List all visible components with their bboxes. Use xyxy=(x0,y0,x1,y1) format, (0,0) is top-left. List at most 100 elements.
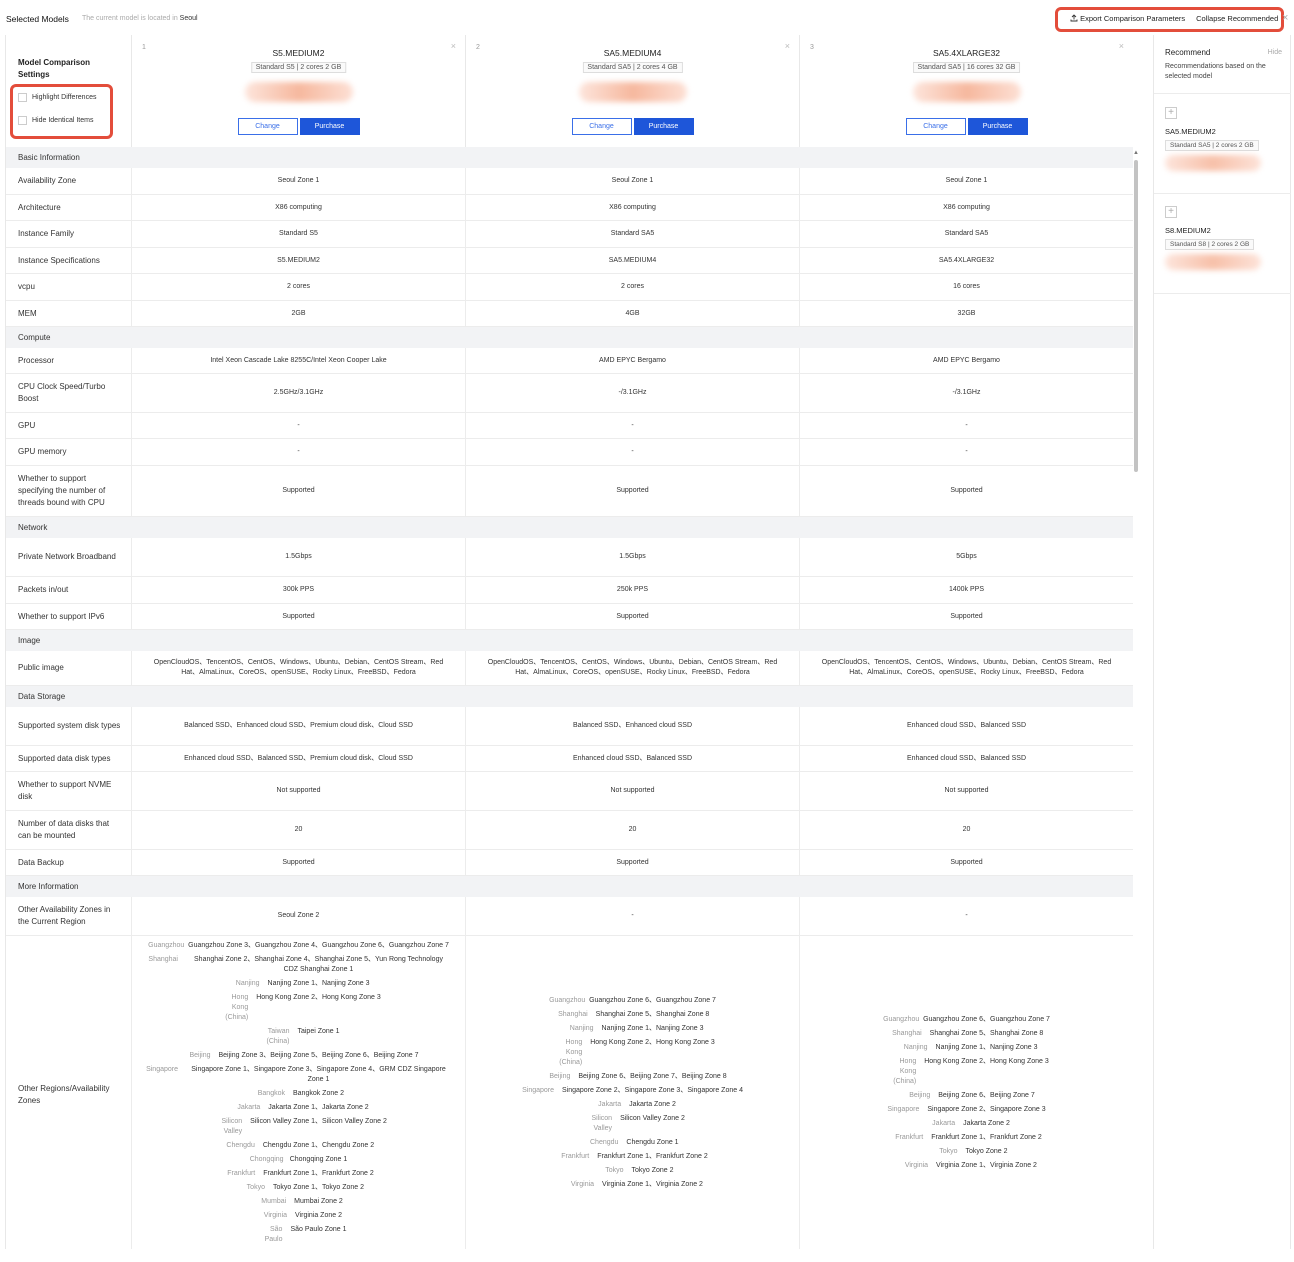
model-column-1: 1 × S5.MEDIUM2 Standard S5 | 2 cores 2 G… xyxy=(131,35,465,147)
vertical-scrollbar[interactable]: ▲ xyxy=(1133,150,1139,1250)
region-entry: Guangzhou Guangzhou Zone 3、Guangzhou Zone… xyxy=(148,941,449,951)
row-label: vcpu xyxy=(18,282,35,291)
cell: -/3.1GHz xyxy=(799,374,1133,412)
cell: SA5.MEDIUM4 xyxy=(465,248,799,273)
region-zones: Silicon Valley Zone 2 xyxy=(620,1115,685,1122)
region-name: Jakarta xyxy=(237,1104,261,1111)
purchase-button[interactable]: Purchase xyxy=(299,118,360,135)
row-label: GPU memory xyxy=(18,447,67,456)
table-row: Supported system disk types Balanced SSD、… xyxy=(6,707,1133,746)
region-name: Shanghai xyxy=(892,1030,922,1037)
cell: Not supported xyxy=(465,772,799,810)
row-label: Public image xyxy=(18,663,64,672)
table-row: Private Network Broadband 1.5Gbps 1.5Gbps 5… xyxy=(6,538,1133,577)
section-data-storage: Data Storage xyxy=(6,686,1133,707)
table-row: Number of data disks that can be mounted… xyxy=(6,811,1133,850)
regions-cell: Guangzhou Guangzhou Zone 6、Guangzhou Zone… xyxy=(799,936,1133,1249)
cell: Seoul Zone 2 xyxy=(131,897,465,935)
scroll-up-arrow-icon[interactable]: ▲ xyxy=(1133,150,1139,156)
region-zones: Jakarta Zone 2 xyxy=(629,1101,676,1108)
recommend-panel: Recommend Hide Recommendations based on … xyxy=(1153,35,1291,1249)
cell: Supported xyxy=(131,466,465,516)
section-image: Image xyxy=(6,630,1133,651)
divider xyxy=(1154,293,1291,294)
change-button[interactable]: Change xyxy=(571,118,632,135)
region-name: Nanjing xyxy=(569,1025,594,1032)
region-zones: Hong Kong Zone 2、Hong Kong Zone 3 xyxy=(590,1039,715,1046)
plus-icon[interactable]: + xyxy=(1165,206,1177,218)
purchase-button[interactable]: Purchase xyxy=(633,118,694,135)
region-name: Hong Kong (China) xyxy=(559,1039,583,1066)
close-icon[interactable]: × xyxy=(1282,12,1288,24)
price-blurred xyxy=(1165,155,1261,171)
purchase-button[interactable]: Purchase xyxy=(967,118,1028,135)
region-entry: Nanjing Nanjing Zone 1、Nanjing Zone 3 xyxy=(562,1024,704,1034)
region-zones: Guangzhou Zone 6、Guangzhou Zone 7 xyxy=(923,1016,1050,1023)
location-value: Seoul xyxy=(179,15,198,22)
cell: AMD EPYC Bergamo xyxy=(465,348,799,373)
cell: 1400k PPS xyxy=(799,577,1133,603)
region-entry: Taiwan (China) Taipei Zone 1 xyxy=(257,1027,340,1047)
change-button[interactable]: Change xyxy=(905,118,966,135)
section-basic-information: Basic Information xyxy=(6,147,1133,168)
region-name: Virginia xyxy=(263,1212,288,1219)
table-row: Data Backup Supported Supported Supported xyxy=(6,850,1133,876)
region-name: Silicon Valley xyxy=(221,1118,243,1135)
region-entry: Mumbai Mumbai Zone 2 xyxy=(254,1197,343,1207)
upload-icon xyxy=(1070,14,1078,22)
region-name: Jakarta xyxy=(932,1120,956,1127)
row-label: Data Backup xyxy=(18,857,64,867)
region-name: Guangzhou xyxy=(549,997,586,1004)
cell: OpenCloudOS、TencentOS、CentOS、Windows、Ubu… xyxy=(465,651,799,685)
model-spec: Standard S5 | 2 cores 2 GB xyxy=(250,62,347,73)
cell: Intel Xeon Cascade Lake 8255C/Intel Xeon… xyxy=(131,348,465,373)
region-zones: Chongqing Zone 1 xyxy=(289,1156,348,1163)
cell: 2 cores xyxy=(465,274,799,300)
region-zones: Silicon Valley Zone 1、Silicon Valley Zon… xyxy=(250,1118,387,1125)
region-entry: Virginia Virginia Zone 2 xyxy=(255,1211,342,1221)
plus-icon[interactable]: + xyxy=(1165,107,1177,119)
model-name: S5.MEDIUM2 xyxy=(272,48,325,58)
region-entry: Singapore Singapore Zone 2、Singapore Zone… xyxy=(887,1105,1045,1115)
regions-cell: Guangzhou Guangzhou Zone 6、Guangzhou Zone… xyxy=(465,936,799,1249)
cell: 2 cores xyxy=(131,274,465,300)
scrollbar-thumb[interactable] xyxy=(1134,160,1138,472)
region-entry: Beijing Beijing Zone 6、Beijing Zone 7 xyxy=(898,1091,1035,1101)
region-entry: Frankfurt Frankfurt Zone 1、Frankfurt Zone… xyxy=(557,1152,708,1162)
region-name: Hong Kong (China) xyxy=(893,1058,917,1085)
region-entry: Guangzhou Guangzhou Zone 6、Guangzhou Zone… xyxy=(549,996,716,1006)
cell: Standard SA5 xyxy=(465,221,799,247)
cell: SA5.4XLARGE32 xyxy=(799,248,1133,273)
region-zones: Chengdu Zone 1、Chengdu Zone 2 xyxy=(262,1142,375,1149)
region-entry: Frankfurt Frankfurt Zone 1、Frankfurt Zone… xyxy=(891,1133,1042,1143)
hide-recommend-button[interactable]: Hide xyxy=(1268,49,1282,56)
region-entry: Nanjing Nanjing Zone 1、Nanjing Zone 3 xyxy=(228,979,370,989)
price-blurred xyxy=(244,82,353,102)
model-column-3: 3 × SA5.4XLARGE32 Standard SA5 | 16 core… xyxy=(799,35,1133,147)
row-label: Private Network Broadband xyxy=(18,552,116,561)
region-name: Silicon Valley xyxy=(591,1115,613,1132)
region-entry: Silicon Valley Silicon Valley Zone 2 xyxy=(580,1114,685,1134)
region-name: Tokyo xyxy=(246,1184,265,1191)
change-button[interactable]: Change xyxy=(237,118,298,135)
region-name: Virginia xyxy=(570,1181,595,1188)
region-entry: Frankfurt Frankfurt Zone 1、Frankfurt Zone… xyxy=(223,1169,374,1179)
model-spec: Standard SA5 | 2 cores 4 GB xyxy=(582,62,683,73)
price-blurred xyxy=(578,82,687,102)
cell: - xyxy=(465,897,799,935)
region-zones: Beijing Zone 6、Beijing Zone 7、Beijing Zo… xyxy=(578,1073,727,1080)
region-name: Jakarta xyxy=(598,1101,622,1108)
export-button[interactable]: Export Comparison Parameters xyxy=(1070,14,1185,23)
row-label: Instance Specifications xyxy=(18,255,100,265)
cell: X86 computing xyxy=(799,195,1133,220)
region-entry: Guangzhou Guangzhou Zone 6、Guangzhou Zone… xyxy=(883,1015,1050,1025)
region-entry: Beijing Beijing Zone 3、Beijing Zone 5、Bei… xyxy=(178,1051,418,1061)
collapse-recommended-button[interactable]: Collapse Recommended xyxy=(1196,14,1278,23)
cell: Standard S5 xyxy=(131,221,465,247)
cell: 20 xyxy=(465,811,799,849)
region-entry: Shanghai Shanghai Zone 5、Shanghai Zone 8 xyxy=(890,1029,1043,1039)
cell: Seoul Zone 1 xyxy=(799,168,1133,194)
region-entry: Jakarta Jakarta Zone 1、Jakarta Zone 2 xyxy=(228,1103,368,1113)
region-entry: Singapore Singapore Zone 2、Singapore Zone… xyxy=(522,1086,743,1096)
page-title: Selected Models xyxy=(6,14,69,24)
